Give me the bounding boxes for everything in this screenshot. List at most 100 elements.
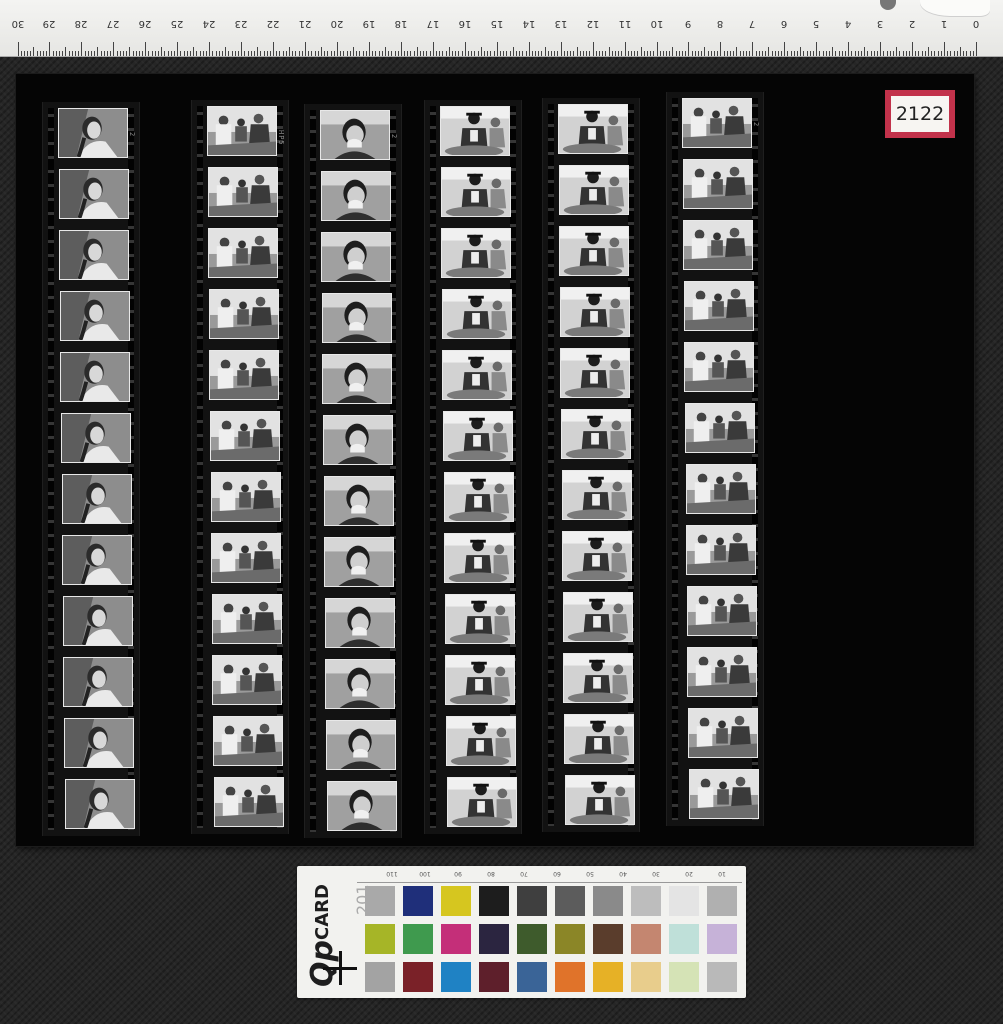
ruler-tick — [84, 51, 86, 56]
ruler-tick — [253, 51, 255, 56]
ruler-tick — [589, 51, 591, 56]
ruler-tick — [618, 51, 620, 56]
film-frame — [58, 169, 129, 219]
film-frame — [683, 281, 754, 331]
ruler-tick — [675, 51, 677, 56]
color-swatch — [707, 962, 737, 992]
ruler-torn-edge — [920, 0, 990, 16]
ruler-tick — [579, 51, 581, 56]
film-frame — [688, 708, 758, 758]
ruler-tick — [515, 51, 517, 56]
ruler-tick — [135, 51, 137, 56]
film-frame — [320, 110, 390, 160]
ruler-tick — [97, 47, 99, 56]
ruler-number: 22 — [266, 18, 280, 29]
color-swatch — [593, 962, 623, 992]
ruler-tick — [113, 42, 115, 56]
color-swatch — [441, 924, 471, 954]
ruler-tick — [461, 51, 463, 56]
ruler-tick — [656, 42, 658, 56]
ruler-tick — [934, 51, 936, 56]
film-frame — [560, 348, 631, 398]
ruler-tick — [522, 51, 524, 56]
ruler-tick — [420, 51, 422, 56]
ruler-number: 28 — [75, 18, 88, 29]
ruler-tick — [835, 51, 837, 56]
film-frame — [444, 533, 515, 583]
ruler-tick — [126, 51, 128, 56]
film-frame — [323, 476, 394, 526]
ruler-number: 26 — [138, 18, 152, 29]
card-scale-number: 60 — [553, 870, 561, 877]
ruler-number: 0 — [972, 18, 980, 29]
ruler-tick — [388, 51, 390, 56]
ruler-tick — [177, 42, 179, 56]
ruler-tick — [841, 51, 843, 56]
ruler-tick — [608, 47, 610, 56]
ruler-tick — [46, 51, 48, 56]
ruler-tick — [391, 51, 393, 56]
ruler-tick — [308, 51, 310, 56]
ruler-tick — [292, 51, 294, 56]
ruler-tick — [940, 51, 942, 56]
ruler-tick — [733, 51, 735, 56]
ruler-tick — [886, 51, 888, 56]
ruler-tick — [410, 51, 412, 56]
ruler-tick — [659, 51, 661, 56]
ruler-tick — [825, 51, 827, 56]
ruler-tick — [237, 51, 239, 56]
film-frame — [208, 289, 279, 339]
ruler-tick — [407, 51, 409, 56]
film-frame — [559, 226, 630, 276]
color-swatch — [555, 962, 585, 992]
film-frame — [559, 287, 630, 337]
ruler-tick — [541, 51, 543, 56]
ruler-tick — [65, 47, 67, 56]
ruler-tick — [180, 51, 182, 56]
ruler-tick — [960, 47, 962, 56]
ruler-tick — [103, 51, 105, 56]
ruler-tick — [567, 51, 569, 56]
ruler-tick — [598, 51, 600, 56]
ruler-tick — [75, 51, 76, 56]
ruler-tick — [860, 51, 862, 56]
film-frame — [62, 596, 133, 646]
ruler-tick — [365, 51, 367, 56]
ruler-tick — [857, 51, 859, 56]
ruler-tick — [362, 51, 364, 56]
ruler-tick — [343, 51, 345, 56]
ruler-number: 21 — [298, 18, 312, 29]
ruler-tick — [672, 47, 674, 56]
ruler-tick — [547, 51, 549, 56]
ruler-tick — [337, 42, 338, 56]
film-frame — [211, 594, 282, 644]
ruler-tick — [202, 51, 204, 56]
ruler-tick — [161, 47, 163, 56]
color-swatch — [479, 886, 509, 916]
color-swatch — [555, 886, 585, 916]
crosshair-icon — [323, 951, 357, 985]
ruler-tick — [167, 51, 169, 56]
color-swatch — [403, 886, 433, 916]
color-swatch — [517, 962, 547, 992]
ruler-tick — [439, 51, 441, 56]
ruler-tick — [976, 42, 977, 56]
ruler-tick — [624, 42, 626, 56]
ruler-tick — [397, 51, 399, 56]
ruler-tick — [499, 51, 501, 56]
color-swatch — [631, 886, 661, 916]
ruler-tick — [563, 51, 565, 56]
film-frame — [688, 769, 759, 819]
ruler-tick — [781, 51, 783, 56]
ruler-tick — [142, 51, 144, 56]
color-swatch — [593, 886, 623, 916]
ruler-tick — [742, 51, 744, 56]
film-frame — [558, 165, 629, 215]
ruler-tick — [375, 51, 377, 56]
ruler-tick — [912, 42, 914, 56]
ruler-tick — [250, 51, 252, 56]
ruler-tick — [234, 51, 236, 56]
ruler-tick — [787, 51, 789, 56]
ruler-number: 30 — [11, 18, 24, 29]
ruler-tick — [170, 51, 172, 56]
